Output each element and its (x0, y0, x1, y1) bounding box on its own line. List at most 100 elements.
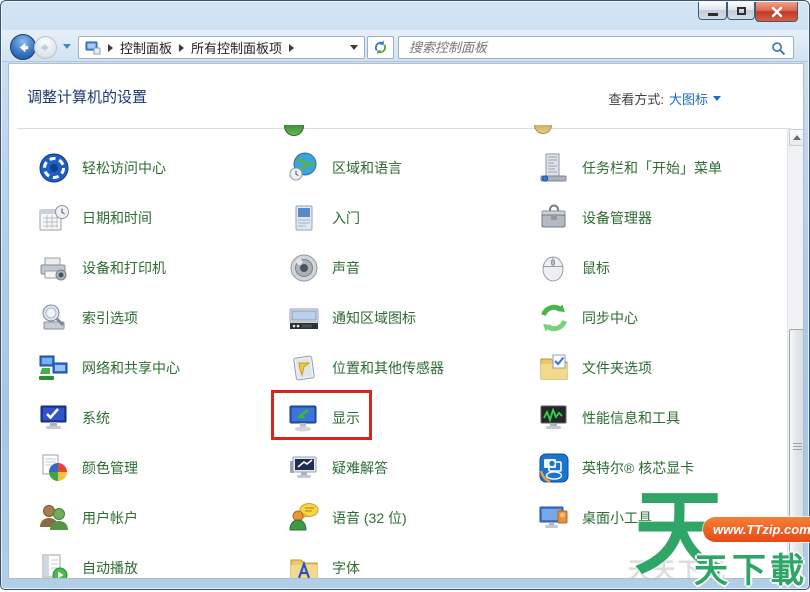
scrollbar-grip-icon (793, 443, 802, 451)
minimize-icon (708, 13, 718, 16)
cp-item-label: 英特尔® 核芯显卡 (582, 458, 694, 478)
network-sharing-icon (37, 351, 71, 385)
breadcrumb-arrow-icon (108, 44, 113, 52)
cp-item-getting-started[interactable]: 入门 (262, 193, 512, 243)
forward-arrow-icon (39, 41, 52, 54)
control-panel-items: 轻松访问中心 日期和时间 设备和打印机 索引选项 网络和共享中心 系统 (12, 143, 787, 579)
partial-icon-top (534, 125, 552, 134)
cp-item-label: 疑难解答 (332, 458, 388, 478)
system-icon (37, 401, 71, 435)
cp-item-region-language[interactable]: 区域和语言 (262, 143, 512, 193)
maximize-icon (737, 7, 746, 15)
cp-item-devices-printers[interactable]: 设备和打印机 (12, 243, 262, 293)
recent-pages-dropdown[interactable] (63, 44, 71, 49)
cp-item-location-sensors[interactable]: 位置和其他传感器 (262, 343, 512, 393)
cp-item-label: 入门 (332, 208, 360, 228)
desktop-gadgets-icon (537, 501, 571, 535)
cp-item-label: 同步中心 (582, 308, 638, 328)
search-box (398, 36, 794, 59)
control-panel-icon (85, 41, 101, 55)
cp-item-label: 鼠标 (582, 258, 610, 278)
cp-item-notification-area-icons[interactable]: 通知区域图标 (262, 293, 512, 343)
cp-item-label: 用户帐户 (82, 508, 138, 528)
cp-item-label: 位置和其他传感器 (332, 358, 444, 378)
cp-item-folder-options[interactable]: 文件夹选项 (512, 343, 774, 393)
cp-item-indexing-options[interactable]: 索引选项 (12, 293, 262, 343)
address-dropdown-icon[interactable] (350, 45, 358, 50)
content-panel: 调整计算机的设置 查看方式: 大图标 轻松访问中心 日期和时间 设备和打印机 (8, 63, 804, 579)
cp-item-ease-of-access[interactable]: 轻松访问中心 (12, 143, 262, 193)
speech-icon (287, 501, 321, 535)
cp-item-taskbar-start-menu[interactable]: 任务栏和「开始」菜单 (512, 143, 774, 193)
cp-item-intel-graphics[interactable]: 英特尔® 核芯显卡 (512, 443, 774, 493)
cp-item-mouse[interactable]: 鼠标 (512, 243, 774, 293)
view-by-value[interactable]: 大图标 (669, 89, 708, 108)
header-separator (17, 128, 791, 129)
cp-item-device-manager[interactable]: 设备管理器 (512, 193, 774, 243)
control-panel-window: 控制面板 所有控制面板项 调整计算机的设置 查看方式: 大图标 (0, 0, 810, 590)
cp-item-label: 系统 (82, 408, 110, 428)
cp-item-network-sharing-center[interactable]: 网络和共享中心 (12, 343, 262, 393)
cp-item-troubleshooting[interactable]: 疑难解答 (262, 443, 512, 493)
troubleshooting-icon (287, 451, 321, 485)
cp-item-label: 字体 (332, 558, 360, 578)
breadcrumb-item-control-panel[interactable]: 控制面板 (120, 38, 172, 57)
cp-item-label: 设备和打印机 (82, 258, 166, 278)
view-by-control: 查看方式: 大图标 (608, 89, 721, 108)
fonts-icon (287, 551, 321, 579)
cp-item-date-time[interactable]: 日期和时间 (12, 193, 262, 243)
close-button[interactable] (755, 2, 798, 22)
view-by-dropdown-icon[interactable] (713, 96, 721, 101)
scroll-up-button[interactable] (789, 129, 804, 146)
scroll-up-icon (793, 135, 801, 140)
cp-item-label: 语音 (32 位) (332, 508, 407, 528)
cp-item-performance-info[interactable]: 性能信息和工具 (512, 393, 774, 443)
folder-options-icon (537, 351, 571, 385)
device-manager-icon (537, 201, 571, 235)
cp-item-desktop-gadgets[interactable]: 桌面小工具 (512, 493, 774, 543)
intel-graphics-icon (537, 451, 571, 485)
cp-item-autoplay[interactable]: 自动播放 (12, 543, 262, 579)
back-button[interactable] (10, 34, 36, 60)
performance-info-icon (537, 401, 571, 435)
refresh-button[interactable] (367, 36, 394, 59)
vertical-scrollbar[interactable] (787, 129, 804, 579)
cp-item-label: 自动播放 (82, 558, 138, 578)
search-input[interactable] (407, 39, 767, 56)
location-sensors-icon (287, 351, 321, 385)
partial-icon-top (284, 125, 304, 136)
cp-item-label: 声音 (332, 258, 360, 278)
close-icon (771, 6, 783, 18)
autoplay-icon (37, 551, 71, 579)
cp-item-label: 日期和时间 (82, 208, 152, 228)
scrollbar-thumb[interactable] (789, 329, 804, 579)
cp-item-label: 颜色管理 (82, 458, 138, 478)
minimize-button[interactable] (698, 2, 727, 20)
cp-item-label: 索引选项 (82, 308, 138, 328)
cp-item-sound[interactable]: 声音 (262, 243, 512, 293)
user-accounts-icon (37, 501, 71, 535)
region-language-icon (287, 151, 321, 185)
cp-item-label: 任务栏和「开始」菜单 (582, 158, 722, 178)
forward-button[interactable] (34, 36, 57, 59)
notification-area-icon (287, 301, 321, 335)
breadcrumb[interactable]: 控制面板 所有控制面板项 (78, 36, 365, 59)
cp-item-sync-center[interactable]: 同步中心 (512, 293, 774, 343)
search-icon (771, 41, 786, 56)
cp-item-system[interactable]: 系统 (12, 393, 262, 443)
breadcrumb-item-all-items[interactable]: 所有控制面板项 (191, 38, 282, 57)
cp-item-color-management[interactable]: 颜色管理 (12, 443, 262, 493)
date-time-icon (37, 201, 71, 235)
cp-item-label: 性能信息和工具 (582, 408, 680, 428)
breadcrumb-arrow-icon (179, 44, 184, 52)
taskbar-start-menu-icon (537, 151, 571, 185)
cp-item-label: 区域和语言 (332, 158, 402, 178)
cp-item-fonts[interactable]: 字体 (262, 543, 512, 579)
maximize-button[interactable] (727, 2, 755, 20)
page-title: 调整计算机的设置 (27, 86, 147, 107)
cp-item-user-accounts[interactable]: 用户帐户 (12, 493, 262, 543)
cp-item-label: 通知区域图标 (332, 308, 416, 328)
cp-item-speech[interactable]: 语音 (32 位) (262, 493, 512, 543)
color-management-icon (37, 451, 71, 485)
breadcrumb-arrow-icon (289, 44, 294, 52)
